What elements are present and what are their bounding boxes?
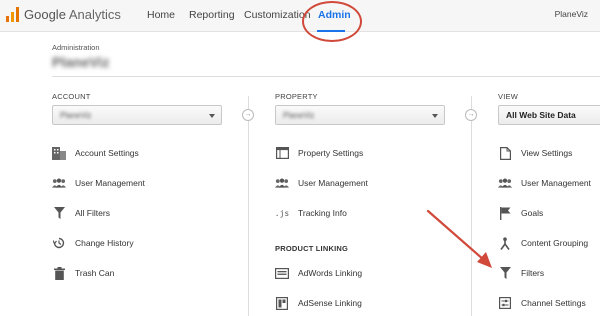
item-label: User Management: [298, 178, 368, 188]
item-label: Trash Can: [75, 268, 115, 278]
grouping-icon: [498, 236, 512, 250]
column-divider: [248, 96, 249, 316]
nav-reporting[interactable]: Reporting: [189, 9, 235, 21]
history-icon: [52, 236, 66, 250]
property-select[interactable]: PlaneViz: [275, 105, 445, 125]
account-title: PlaneViz: [52, 54, 110, 70]
arrow-right-icon: →: [242, 109, 254, 121]
view-user-management-link[interactable]: User Management: [498, 175, 591, 191]
account-column-heading: ACCOUNT: [52, 92, 91, 101]
nav-customization[interactable]: Customization: [244, 9, 311, 21]
chevron-down-icon: [209, 114, 215, 118]
top-nav-bar: Google Analytics Home Reporting Customiz…: [0, 0, 600, 32]
content-grouping-link[interactable]: Content Grouping: [498, 235, 588, 251]
view-select-value: All Web Site Data: [506, 110, 576, 120]
item-label: Filters: [521, 268, 545, 278]
divider: [52, 76, 600, 77]
nav-home[interactable]: Home: [147, 9, 175, 21]
adsense-icon: [275, 296, 289, 310]
google-analytics-logo[interactable]: Google Analytics: [6, 6, 121, 22]
logo-google-text: Google: [24, 6, 66, 22]
trash-icon: [52, 266, 66, 280]
property-settings-link[interactable]: Property Settings: [275, 145, 363, 161]
view-column-heading: VIEW: [498, 92, 518, 101]
filter-icon: [498, 266, 512, 280]
section-label: Administration: [52, 43, 100, 52]
users-icon: [52, 176, 66, 190]
filter-icon: [52, 206, 66, 220]
tracking-info-link[interactable]: .js Tracking Info: [275, 205, 347, 221]
adsense-linking-link[interactable]: AdSense Linking: [275, 295, 362, 311]
item-label: Tracking Info: [298, 208, 347, 218]
item-label: Property Settings: [298, 148, 364, 158]
property-select-value: PlaneViz: [283, 111, 315, 120]
flag-icon: [498, 206, 512, 220]
users-icon: [275, 176, 289, 190]
analytics-logo-icon: [6, 6, 20, 22]
filters-link[interactable]: Filters: [498, 265, 544, 281]
document-icon: [498, 146, 512, 160]
channel-icon: [498, 296, 512, 310]
account-user-management-link[interactable]: User Management: [52, 175, 145, 191]
chevron-down-icon: [432, 114, 438, 118]
account-select-value: PlaneViz: [60, 111, 92, 120]
item-label: View Settings: [521, 148, 573, 158]
building-icon: [52, 146, 66, 160]
view-select[interactable]: All Web Site Data: [498, 105, 600, 125]
users-icon: [498, 176, 512, 190]
goals-link[interactable]: Goals: [498, 205, 543, 221]
item-label: Channel Settings: [521, 298, 586, 308]
account-switcher[interactable]: PlaneViz: [555, 9, 588, 19]
item-label: AdSense Linking: [298, 298, 362, 308]
adwords-icon: [275, 266, 289, 280]
product-linking-heading: PRODUCT LINKING: [275, 244, 348, 253]
adwords-linking-link[interactable]: AdWords Linking: [275, 265, 362, 281]
window-icon: [275, 146, 289, 160]
item-label: Change History: [75, 238, 134, 248]
js-icon: .js: [274, 208, 290, 218]
view-settings-link[interactable]: View Settings: [498, 145, 572, 161]
account-select[interactable]: PlaneViz: [52, 105, 222, 125]
logo-analytics-text: Analytics: [68, 6, 121, 22]
item-label: Account Settings: [75, 148, 139, 158]
trash-can-link[interactable]: Trash Can: [52, 265, 114, 281]
arrow-right-icon: →: [465, 109, 477, 121]
item-label: User Management: [521, 178, 591, 188]
channel-settings-link[interactable]: Channel Settings: [498, 295, 586, 311]
item-label: Content Grouping: [521, 238, 589, 248]
all-filters-link[interactable]: All Filters: [52, 205, 110, 221]
annotation-circle: [302, 1, 362, 42]
change-history-link[interactable]: Change History: [52, 235, 134, 251]
property-user-management-link[interactable]: User Management: [275, 175, 368, 191]
item-label: Goals: [521, 208, 544, 218]
item-label: All Filters: [75, 208, 110, 218]
account-settings-link[interactable]: Account Settings: [52, 145, 139, 161]
item-label: AdWords Linking: [298, 268, 363, 278]
property-column-heading: PROPERTY: [275, 92, 318, 101]
item-label: User Management: [75, 178, 145, 188]
column-divider: [471, 96, 472, 316]
